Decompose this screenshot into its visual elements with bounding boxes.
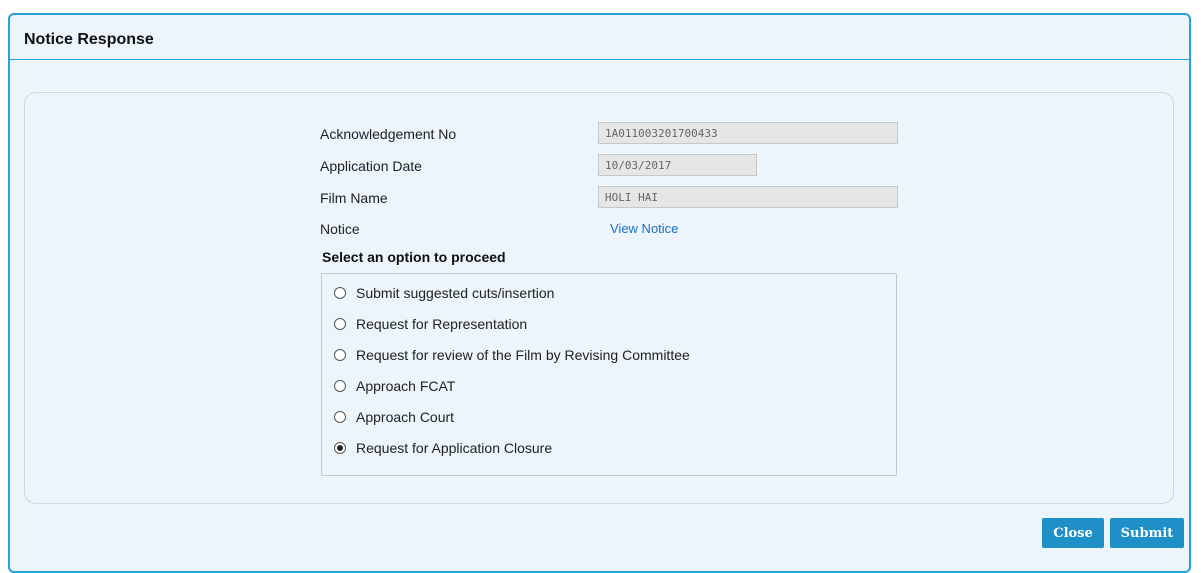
option-label: Submit suggested cuts/insertion xyxy=(356,285,555,301)
option-label: Approach FCAT xyxy=(356,378,456,394)
radio-request-representation[interactable] xyxy=(334,318,346,330)
option-application-closure[interactable]: Request for Application Closure xyxy=(334,437,552,459)
application-date-field[interactable] xyxy=(598,154,757,176)
application-date-label: Application Date xyxy=(320,158,422,174)
acknowledgement-label: Acknowledgement No xyxy=(320,126,457,142)
dialog-header: Notice Response xyxy=(10,15,1189,60)
option-label: Request for Representation xyxy=(356,316,528,332)
options-heading: Select an option to proceed xyxy=(322,249,506,265)
radio-approach-fcat[interactable] xyxy=(334,380,346,392)
option-label: Request for Application Closure xyxy=(356,440,553,456)
option-request-representation[interactable]: Request for Representation xyxy=(334,313,527,335)
film-name-field[interactable] xyxy=(598,186,898,208)
option-submit-cuts[interactable]: Submit suggested cuts/insertion xyxy=(334,282,554,304)
option-label: Approach Court xyxy=(356,409,455,425)
dialog-title: Notice Response xyxy=(24,31,154,48)
film-name-label: Film Name xyxy=(320,190,388,206)
radio-review-revising-committee[interactable] xyxy=(334,349,346,361)
option-review-revising-committee[interactable]: Request for review of the Film by Revisi… xyxy=(334,344,690,366)
form-panel: Acknowledgement No Application Date Film… xyxy=(24,92,1174,504)
option-approach-fcat[interactable]: Approach FCAT xyxy=(334,375,455,397)
acknowledgement-field[interactable] xyxy=(598,122,898,144)
radio-submit-cuts[interactable] xyxy=(334,287,346,299)
notice-label: Notice xyxy=(320,221,360,237)
notice-response-dialog: Notice Response Acknowledgement No Appli… xyxy=(8,13,1191,573)
options-group: Submit suggested cuts/insertion Request … xyxy=(321,273,897,476)
radio-application-closure[interactable] xyxy=(334,442,346,454)
option-approach-court[interactable]: Approach Court xyxy=(334,406,454,428)
view-notice-link[interactable]: View Notice xyxy=(610,221,678,236)
option-label: Request for review of the Film by Revisi… xyxy=(356,347,690,363)
radio-approach-court[interactable] xyxy=(334,411,346,423)
